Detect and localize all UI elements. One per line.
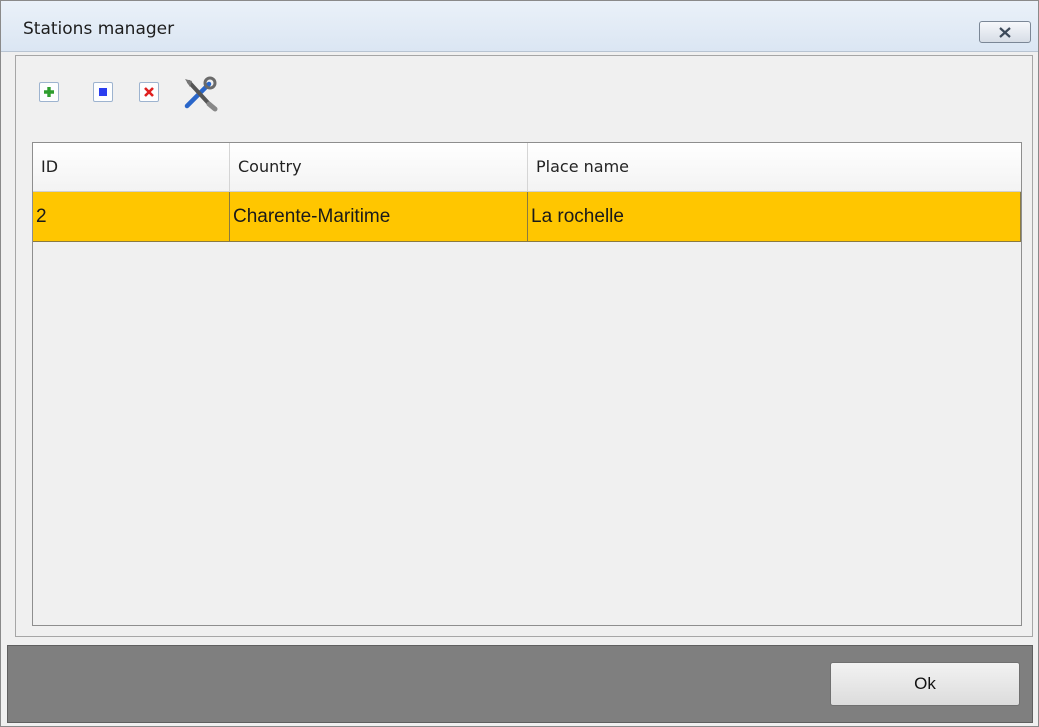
ok-button[interactable]: Ok bbox=[830, 662, 1020, 706]
stations-table[interactable]: ID Country Place name 2 Charente-Maritim… bbox=[32, 142, 1022, 626]
window-title: Stations manager bbox=[23, 19, 175, 39]
settings-button[interactable] bbox=[180, 76, 220, 112]
delete-document-icon bbox=[139, 82, 159, 102]
cell-id: 2 bbox=[33, 192, 230, 241]
cell-place-name: La rochelle bbox=[528, 192, 1021, 241]
close-button[interactable] bbox=[979, 21, 1031, 43]
tools-icon bbox=[184, 76, 218, 112]
content-panel: ID Country Place name 2 Charente-Maritim… bbox=[15, 55, 1033, 637]
footer-bar: Ok bbox=[7, 645, 1033, 723]
column-header-id[interactable]: ID bbox=[33, 143, 230, 191]
table-row[interactable]: 2 Charente-Maritime La rochelle bbox=[33, 192, 1021, 242]
cell-country: Charente-Maritime bbox=[230, 192, 528, 241]
edit-station-button[interactable] bbox=[91, 80, 115, 104]
column-header-country[interactable]: Country bbox=[230, 143, 528, 191]
delete-station-button[interactable] bbox=[137, 80, 161, 104]
title-bar[interactable]: Stations manager bbox=[1, 1, 1038, 52]
table-header: ID Country Place name bbox=[33, 143, 1021, 192]
add-document-icon bbox=[39, 82, 59, 102]
add-station-button[interactable] bbox=[37, 80, 61, 104]
column-header-place-name[interactable]: Place name bbox=[528, 143, 1021, 191]
close-icon bbox=[999, 27, 1011, 38]
edit-document-icon bbox=[93, 82, 113, 102]
stations-manager-window: Stations manager ID Country Place name 2… bbox=[0, 0, 1039, 727]
